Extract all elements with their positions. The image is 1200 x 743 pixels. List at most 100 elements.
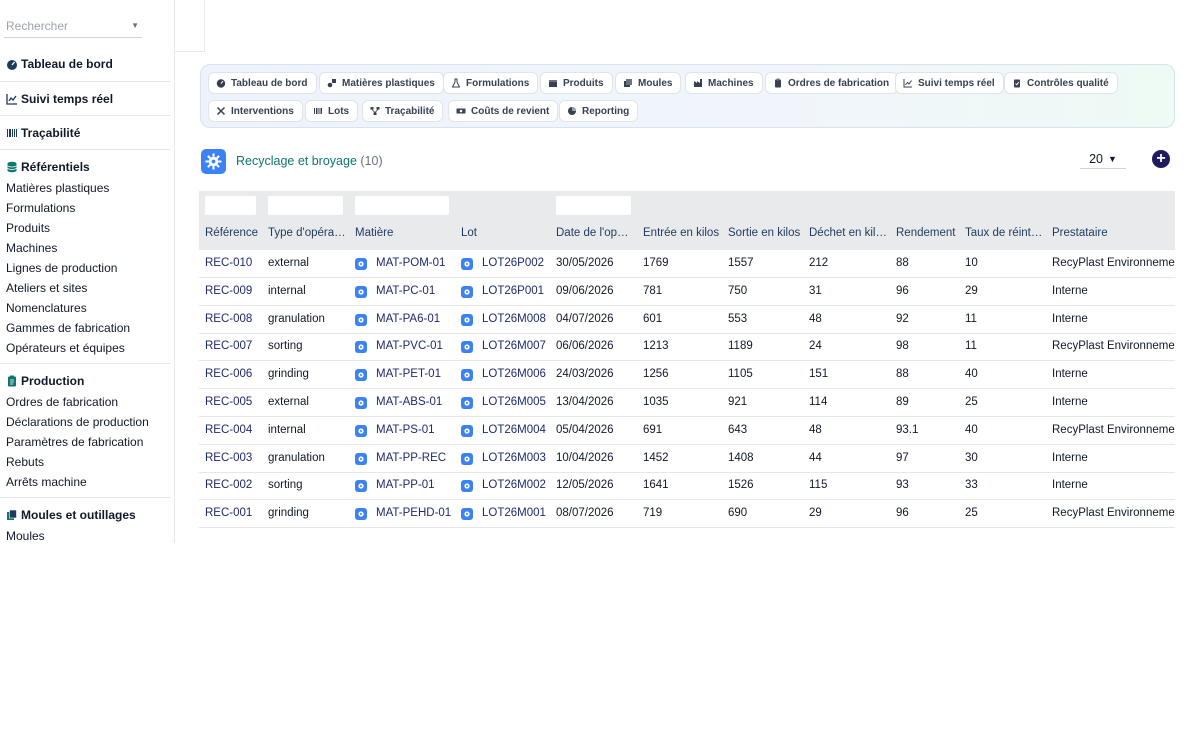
column-header-material[interactable]: Matière	[355, 227, 449, 239]
table-row[interactable]: REC-003 granulation MAT-PP-REC LOT26M003 10/…	[199, 445, 1175, 473]
page-size-select[interactable]: 20 ▼	[1080, 149, 1126, 169]
sidebar-item-nomenclatures[interactable]: Nomenclatures	[6, 301, 87, 315]
sidebar-item-plastics[interactable]: Matières plastiques	[6, 181, 109, 195]
cell-yield: 98	[896, 340, 909, 353]
cell-provider: Interne	[1052, 451, 1088, 464]
nav-pill-lots[interactable]: Lots	[305, 100, 359, 122]
table-row[interactable]: REC-001 grinding MAT-PEHD-01 LOT26M001 08/07…	[199, 500, 1175, 529]
filter-reference-input[interactable]	[205, 196, 256, 215]
cell-reference[interactable]: REC-008	[205, 313, 265, 325]
cell-provider: Interne	[1052, 284, 1088, 297]
table-row[interactable]: REC-007 sorting MAT-PVC-01 LOT26M007 06/06/2…	[199, 333, 1175, 362]
column-header-input-kg[interactable]: Entrée en kilos	[643, 227, 723, 239]
cell-output-kg: 643	[728, 423, 748, 436]
cell-date: 06/06/2026	[556, 340, 614, 353]
nav-pill-traceability[interactable]: Traçabilité	[362, 100, 444, 122]
cell-reference[interactable]: REC-002	[205, 479, 265, 491]
data-table: Référence Type d'opéra… Matière Lot Date…	[199, 191, 1175, 529]
filter-date-input[interactable]	[556, 196, 631, 215]
cell-date: 13/04/2026	[556, 396, 614, 408]
sidebar-item-scrap[interactable]: Rebuts	[6, 455, 44, 469]
sidebar-section-referentials[interactable]: Référentiels	[0, 160, 170, 174]
search-input[interactable]: Rechercher ▼	[4, 14, 142, 38]
sidebar-item-products[interactable]: Produits	[6, 221, 50, 235]
chevron-down-icon[interactable]: ▼	[131, 21, 139, 30]
cell-output-kg: 1557	[728, 257, 754, 269]
clipboard-icon	[775, 78, 781, 88]
add-record-button[interactable]: +	[1152, 150, 1170, 168]
sidebar-item-work-orders[interactable]: Ordres de fabrication	[6, 395, 118, 409]
cell-reference[interactable]: REC-003	[205, 452, 265, 464]
cell-output-kg: 1105	[728, 368, 753, 381]
sidebar-item-lines[interactable]: Lignes de production	[6, 261, 117, 275]
cell-type: sorting	[268, 340, 303, 353]
cell-input-kg: 1769	[643, 257, 669, 269]
sidebar-item-parameters[interactable]: Paramètres de fabrication	[6, 435, 143, 449]
cell-provider: Interne	[1052, 312, 1088, 325]
column-header-reference[interactable]: Référence	[205, 227, 261, 239]
nav-pill-costs[interactable]: Coûts de revient	[448, 100, 559, 122]
cell-input-kg: 1213	[643, 340, 669, 353]
table-row[interactable]: REC-004 internal MAT-PS-01 LOT26M004 05/04/2…	[199, 417, 1175, 445]
line-chart-icon	[903, 79, 912, 88]
sidebar-item-dashboard[interactable]: Tableau de bord	[0, 57, 170, 71]
sidebar-item-workshops[interactable]: Ateliers et sites	[6, 281, 87, 295]
filter-material-input[interactable]	[355, 196, 449, 215]
cell-reference[interactable]: REC-005	[205, 396, 265, 408]
column-header-provider[interactable]: Prestataire	[1052, 227, 1172, 239]
nav-pill-formulations[interactable]: Formulations	[443, 72, 539, 94]
nav-pill-quality[interactable]: Contrôles qualité	[1004, 72, 1118, 94]
nav-pill-plastics[interactable]: Matières plastiques	[319, 72, 444, 94]
nav-pill-molds[interactable]: Moules	[615, 72, 682, 94]
sidebar-item-traceability[interactable]: Traçabilité	[0, 126, 170, 140]
table-row[interactable]: REC-005 external MAT-ABS-01 LOT26M005 13/04/…	[199, 389, 1175, 417]
cell-reference[interactable]: REC-007	[205, 340, 265, 352]
sidebar-item-declarations[interactable]: Déclarations de production	[6, 415, 149, 429]
nav-pill-work-orders[interactable]: Ordres de fabrication	[765, 72, 899, 94]
nav-pill-realtime[interactable]: Suivi temps réel	[895, 72, 1004, 94]
cell-reference[interactable]: REC-010	[205, 257, 265, 269]
sidebar-item-operators[interactable]: Opérateurs et équipes	[6, 341, 125, 355]
sidebar-item-machines[interactable]: Machines	[6, 241, 57, 255]
cell-waste-kg: 29	[809, 507, 822, 520]
table-row[interactable]: REC-006 grinding MAT-PET-01 LOT26M006 24/03/…	[199, 361, 1175, 390]
sidebar-item-routings[interactable]: Gammes de fabrication	[6, 321, 130, 335]
top-panel-stub	[175, 0, 205, 52]
cell-reference[interactable]: REC-006	[205, 368, 265, 380]
sidebar-item-molds[interactable]: Moules	[6, 529, 45, 543]
nav-pill-products[interactable]: Produits	[540, 72, 613, 94]
table-row[interactable]: REC-010 external MAT-POM-01 LOT26P002 30/05/…	[199, 250, 1175, 278]
sidebar-section-production[interactable]: Production	[0, 374, 170, 388]
sidebar-section-label: Référentiels	[21, 160, 90, 174]
column-header-reintegration[interactable]: Taux de réint…	[965, 227, 1045, 239]
cell-reference[interactable]: REC-004	[205, 424, 265, 436]
column-header-yield[interactable]: Rendement	[896, 227, 960, 239]
filter-type-input[interactable]	[268, 196, 343, 215]
sidebar-item-formulations[interactable]: Formulations	[6, 201, 75, 215]
sidebar-section-molds[interactable]: Moules et outillages	[0, 508, 170, 522]
table-row[interactable]: REC-002 sorting MAT-PP-01 LOT26M002 12/05/20…	[199, 472, 1175, 501]
column-header-date[interactable]: Date de l'op…	[556, 227, 634, 239]
sitemap-icon	[370, 107, 380, 115]
nav-pill-reporting[interactable]: Reporting	[559, 100, 639, 122]
nav-pill-dashboard[interactable]: Tableau de bord	[208, 72, 317, 94]
gear-icon	[355, 424, 367, 437]
sidebar-item-realtime[interactable]: Suivi temps réel	[0, 92, 170, 106]
nav-pill-interventions[interactable]: Interventions	[208, 100, 303, 122]
column-header-output-kg[interactable]: Sortie en kilos	[728, 227, 806, 239]
sidebar-item-stops[interactable]: Arrêts machine	[6, 475, 87, 489]
nav-pill-machines[interactable]: Machines	[685, 72, 763, 94]
column-header-lot[interactable]: Lot	[461, 227, 546, 239]
gear-icon	[461, 285, 473, 298]
sidebar-section-label: Moules et outillages	[21, 508, 136, 522]
factory-icon	[694, 79, 702, 87]
cell-reference[interactable]: REC-009	[205, 285, 265, 297]
gear-icon	[355, 369, 367, 382]
cell-provider: RecyPlast Environnement	[1052, 423, 1175, 436]
cell-provider: Interne	[1052, 368, 1088, 381]
column-header-waste-kg[interactable]: Déchet en kil…	[809, 227, 889, 239]
table-row[interactable]: REC-009 internal MAT-PC-01 LOT26P001 09/06/2…	[199, 278, 1175, 306]
cell-reference[interactable]: REC-001	[205, 507, 265, 519]
table-row[interactable]: REC-008 granulation MAT-PA6-01 LOT26M008 04/…	[199, 306, 1175, 334]
column-header-type[interactable]: Type d'opéra…	[268, 227, 348, 239]
